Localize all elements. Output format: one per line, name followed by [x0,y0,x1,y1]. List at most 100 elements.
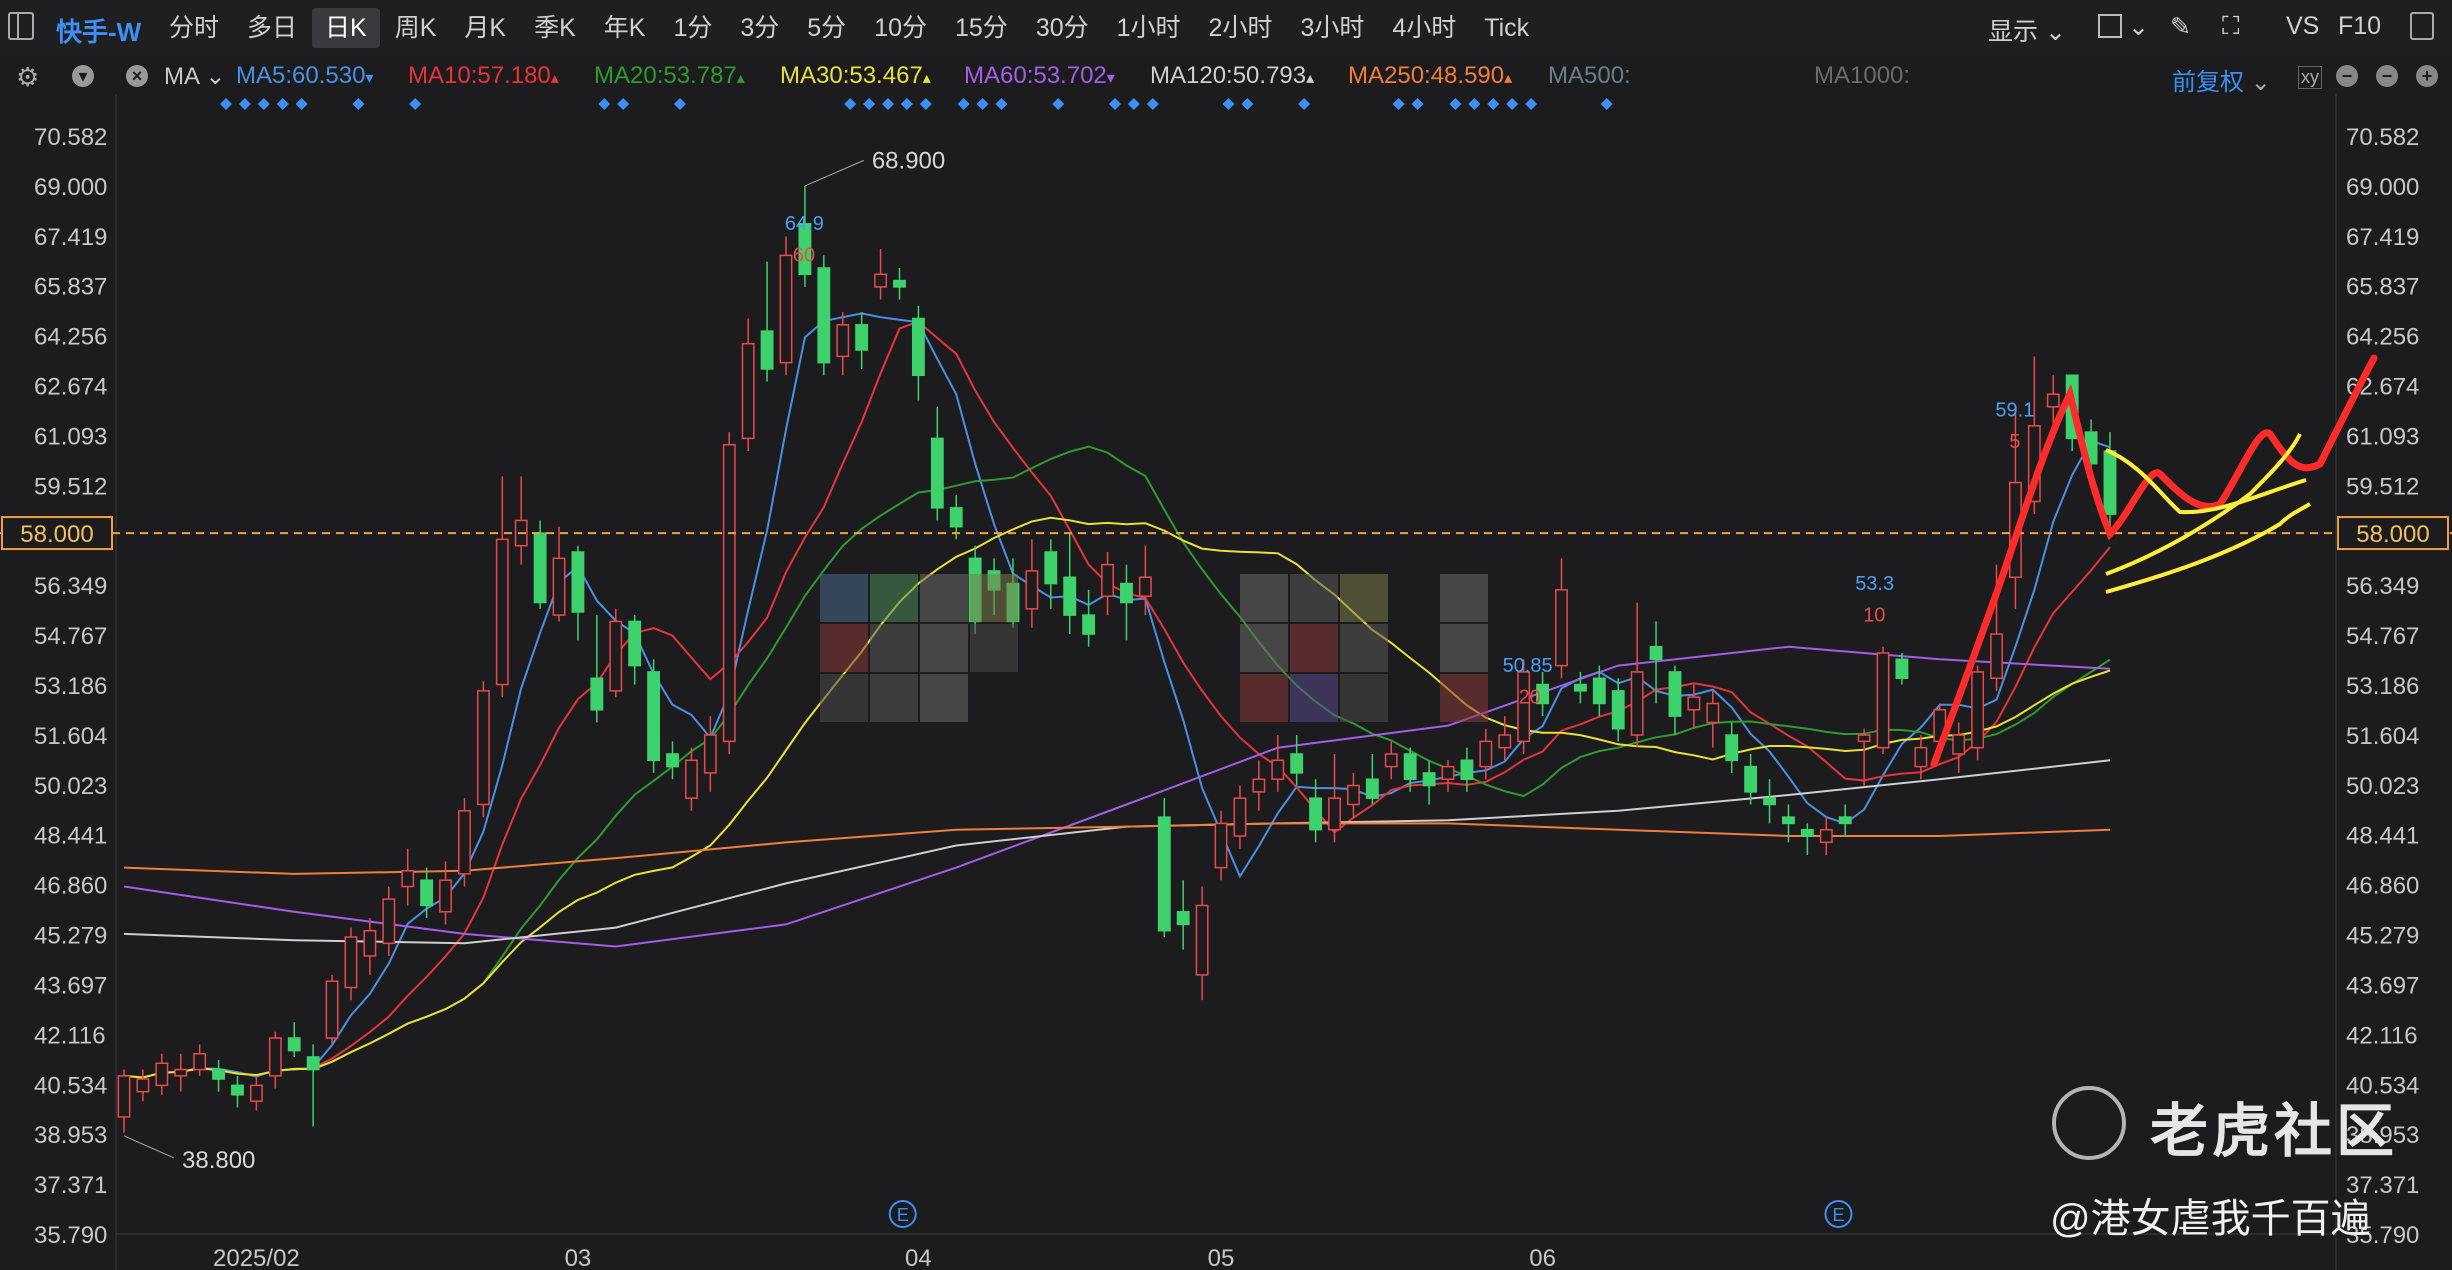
vs-button[interactable]: VS [2286,12,2319,41]
period-tabs: 分时 多日 日K 周K 月K 季K 年K 1分 3分 5分 10分 15分 30分 1小时 2小时 3小时 4小… [156,8,1544,48]
y-tick-left: 50.023 [34,773,107,800]
blurred-block [1240,674,1288,722]
ma-value[interactable]: MA500: [1548,62,1631,90]
trend-arrow-icon: ▴ [1504,70,1513,87]
close-icon[interactable]: × [126,65,148,87]
candle-body [268,1037,282,1077]
trend-arrow-icon: ▴ [922,70,931,87]
tab-period[interactable]: 5分 [794,8,859,48]
tab-period[interactable]: 季K [521,8,589,48]
event-diamond-icon [1506,98,1519,110]
hand-drawn-yellow-path [2105,502,2312,594]
candle-body [174,1068,188,1077]
y-tick-right: 54.767 [2346,623,2419,650]
candle-body [1895,658,1909,679]
draw-pen-icon[interactable]: ✎ [2170,12,2191,42]
tab-period[interactable]: 3分 [727,8,792,48]
ma-value[interactable]: MA10:57.180▴ [408,62,559,90]
ma120-line [123,759,2111,945]
ma-value[interactable]: MA60:53.702▾ [964,62,1115,90]
y-tick-right: 56.349 [2346,573,2419,600]
candle-body [1384,753,1398,768]
ma-value[interactable]: MA120:50.793▴ [1150,62,1314,90]
chevron-down-icon[interactable]: ⌄ [2128,12,2149,42]
high-label: 68.900 [872,147,945,174]
trend-arrow-icon: ▴ [736,70,745,87]
candle-body [1309,797,1323,831]
plus-circle-icon[interactable]: + [2416,65,2438,87]
candle-body [949,507,963,528]
ma-value[interactable]: MA250:48.590▴ [1348,62,1512,90]
blurred-block [1440,574,1488,622]
stock-name[interactable]: 快手-W [56,12,141,49]
candle-body [628,620,642,667]
tab-period[interactable]: 3小时 [1287,8,1377,48]
axis-scale-icon[interactable]: xy [2298,66,2322,89]
ma-value[interactable]: MA30:53.467▴ [780,62,931,90]
event-diamond-icon [1298,98,1311,110]
tab-period[interactable]: 分时 [156,8,232,48]
minus-circle-icon[interactable]: − [2336,65,2358,87]
y-tick-right: 50.023 [2346,773,2419,800]
candle-body [1025,570,1039,610]
annotation-text: 5 [2009,431,2020,453]
event-diamond-icon [295,98,308,110]
minus-circle-icon[interactable]: − [2376,65,2398,87]
ma-value[interactable]: MA1000: [1814,62,1910,90]
y-tick-left: 37.371 [34,1172,107,1199]
event-diamond-icon [1127,98,1140,110]
y-tick-left: 43.697 [34,972,107,999]
candle-body [703,734,717,774]
candle-body [117,1075,131,1118]
display-menu[interactable]: 显示 ⌄ [1988,12,2066,48]
event-diamond-icon [409,98,422,110]
candle-body [363,929,377,957]
y-tick-left: 38.953 [34,1122,107,1149]
tab-period[interactable]: 多日 [234,8,310,48]
annotation-text: 53.3 [1855,573,1894,595]
y-tick-right: 61.093 [2346,423,2419,450]
event-diamond-icon [1449,98,1462,110]
candle-body [1271,759,1285,780]
dropdown-circle-icon[interactable]: ▾ [72,65,94,87]
sidebar-toggle-icon[interactable] [8,12,34,40]
candle-body [1101,563,1114,597]
tab-period[interactable]: 年K [591,8,659,48]
fullscreen-icon[interactable]: ⛶ [2222,12,2240,41]
tab-period[interactable]: 2小时 [1196,8,1286,48]
tab-period[interactable]: 月K [451,8,519,48]
tab-period[interactable]: 日K [312,8,380,48]
candle-body [1422,772,1436,787]
f10-button[interactable]: F10 [2338,12,2381,41]
checkbox-icon[interactable] [2098,14,2122,38]
tab-period[interactable]: 1小时 [1104,8,1194,48]
ma-selector[interactable]: MA ⌄ [164,62,225,91]
ma-value-text: MA20:53.787 [594,62,737,89]
candle-body [1744,765,1758,793]
tab-period[interactable]: 10分 [861,8,940,48]
tab-period[interactable]: 30分 [1023,8,1102,48]
y-tick-left: 62.674 [34,374,107,401]
tab-period[interactable]: 15分 [942,8,1021,48]
ma-value-text: MA500: [1548,62,1631,89]
blurred-block [820,674,868,722]
y-tick-left: 56.349 [34,573,107,600]
y-tick-left: 69.000 [34,174,107,201]
tab-period[interactable]: Tick [1471,8,1542,48]
tab-period[interactable]: 4小时 [1379,8,1469,48]
candle-body [1611,690,1625,730]
x-tick-label: 2025/02 [213,1245,300,1270]
blurred-block [920,674,968,722]
panel-toggle-icon[interactable] [2410,12,2434,40]
y-tick-right: 43.697 [2346,972,2419,999]
trend-arrow-icon: ▾ [1106,70,1115,87]
ma-value[interactable]: MA5:60.530▾ [236,62,373,90]
y-tick-left: 42.116 [34,1022,106,1049]
tab-period[interactable]: 周K [382,8,450,48]
ma-value[interactable]: MA20:53.787▴ [594,62,745,90]
gear-icon[interactable]: ⚙ [16,62,39,93]
adjust-selector[interactable]: 前复权 ⌄ [2172,62,2271,97]
blurred-block [1240,624,1288,672]
ma-value-text: MA120:50.793 [1150,62,1307,89]
tab-period[interactable]: 1分 [660,8,725,48]
